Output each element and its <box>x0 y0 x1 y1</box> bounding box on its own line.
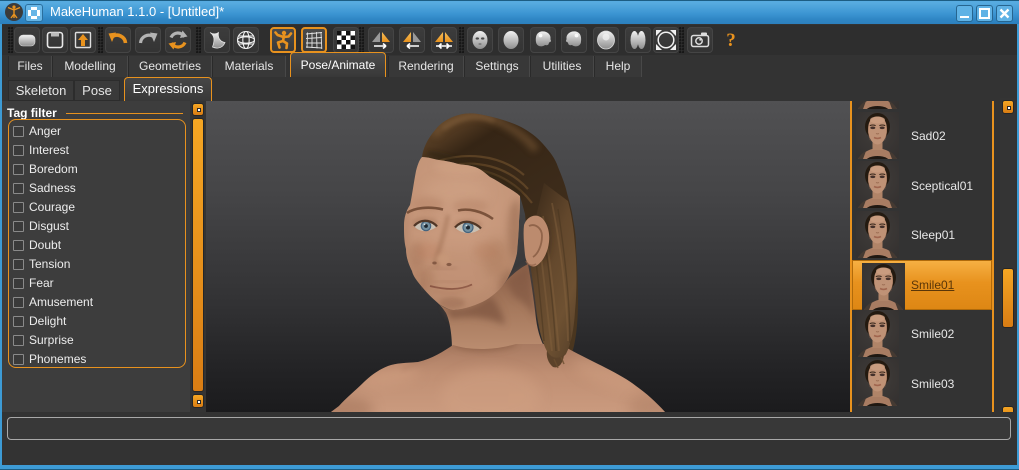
svg-text:?: ? <box>726 30 736 51</box>
